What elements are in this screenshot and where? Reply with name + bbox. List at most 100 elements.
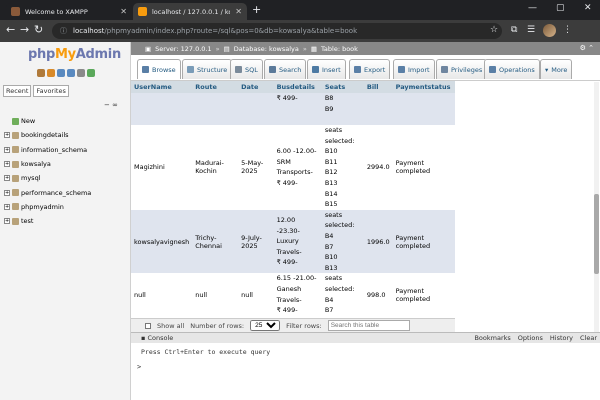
- tree-item-mysql[interactable]: + mysql: [4, 171, 91, 185]
- address-bar[interactable]: ⓘ localhost/phpmyadmin/index.php?route=/…: [52, 23, 502, 39]
- forward-icon[interactable]: →: [20, 24, 29, 36]
- column-header-seats[interactable]: Seats: [321, 81, 364, 93]
- table-row[interactable]: null null null 6.15 -21.00- Ganesh Trave…: [131, 273, 455, 316]
- avatar[interactable]: [543, 24, 556, 37]
- help-icon[interactable]: [67, 69, 75, 77]
- tab-browse[interactable]: Browse: [137, 59, 181, 79]
- tab-insert[interactable]: Insert: [307, 59, 346, 79]
- tree-item-phpmyadmin[interactable]: + phpmyadmin: [4, 200, 91, 214]
- new-tab-icon[interactable]: +: [252, 3, 261, 16]
- column-header-route[interactable]: Route: [192, 81, 239, 93]
- table-row[interactable]: ₹ 499- B8 B9: [131, 93, 455, 125]
- tab-export[interactable]: Export: [349, 59, 391, 79]
- table-row[interactable]: Magizhini Madurai-Kochin 5-May-2025 6.00…: [131, 125, 455, 210]
- console-bookmarks[interactable]: Bookmarks: [474, 334, 510, 342]
- cell-date: null: [238, 273, 274, 316]
- seat-line: B11: [324, 157, 338, 166]
- minimize-icon[interactable]: —: [528, 3, 537, 13]
- tab-recent[interactable]: Recent: [3, 85, 32, 97]
- expand-icon[interactable]: +: [4, 203, 10, 210]
- column-header-username[interactable]: UserName: [131, 81, 193, 93]
- scrollbar-thumb[interactable]: [594, 194, 599, 274]
- breadcrumb-server[interactable]: Server: 127.0.0.1: [155, 45, 211, 53]
- browser-tab-xampp[interactable]: Welcome to XAMPP ✕: [6, 3, 132, 20]
- tab-search[interactable]: Search: [264, 59, 307, 79]
- expand-icon[interactable]: +: [4, 218, 10, 225]
- browser-tab-phpmyadmin[interactable]: localhost / 127.0.0.1 / kowsalya / ✕: [133, 3, 247, 20]
- tree-item-bookingdetails[interactable]: + bookingdetails: [4, 128, 91, 142]
- logo-php: php: [28, 47, 55, 62]
- tree-item-test[interactable]: + test: [4, 214, 91, 228]
- table-menu-tabs: Browse Structure SQL Search Insert Expor…: [131, 55, 600, 81]
- database-icon: ▤: [223, 44, 230, 53]
- cell-status: Payment completed: [392, 273, 455, 316]
- table-navigation-bar: Show all Number of rows: 25 Filter rows:: [131, 318, 455, 332]
- seat-line: B10: [324, 147, 338, 156]
- recent-favorites-tabs: Recent Favorites: [3, 85, 69, 97]
- breadcrumb-database[interactable]: Database: kowsalya: [234, 45, 299, 53]
- console-history[interactable]: History: [550, 334, 573, 342]
- show-all-checkbox[interactable]: [145, 322, 151, 329]
- home-icon[interactable]: [37, 69, 45, 77]
- tab-import[interactable]: Import: [393, 59, 435, 79]
- expand-icon[interactable]: +: [4, 175, 10, 182]
- column-header-bill[interactable]: Bill: [363, 81, 393, 93]
- close-tab-icon[interactable]: ✕: [120, 7, 127, 16]
- settings-icon[interactable]: [77, 69, 85, 77]
- console-header[interactable]: ▪ Console Bookmarks Options History Clea…: [131, 333, 600, 343]
- cell-route: Madurai-Kochin: [192, 125, 239, 210]
- site-info-icon[interactable]: ⓘ: [60, 26, 67, 36]
- tab-favorites[interactable]: Favorites: [33, 85, 69, 97]
- phpmyadmin-favicon-icon: [138, 7, 147, 16]
- page-scrollbar[interactable]: [594, 82, 599, 332]
- results-table: UserName Route Date Busdetails Seats Bil…: [131, 81, 455, 316]
- cell-route: Trichy-Chennai: [192, 209, 239, 274]
- sql-icon: [235, 66, 242, 73]
- docs-icon[interactable]: [57, 69, 65, 77]
- console-input[interactable]: >: [137, 363, 141, 371]
- maximize-icon[interactable]: ▢: [556, 3, 565, 13]
- tab-privileges[interactable]: Privileges: [436, 59, 488, 79]
- settings-gear-icon[interactable]: ⚙ ⌃: [580, 44, 594, 52]
- tab-search-icon[interactable]: ☰: [527, 25, 535, 35]
- seat-line: B7: [324, 242, 334, 251]
- console-clear[interactable]: Clear: [580, 334, 597, 342]
- filter-rows-input[interactable]: [327, 320, 410, 331]
- tab-more[interactable]: ▾ More: [540, 59, 573, 79]
- collapse-all-icon[interactable]: − ∞: [104, 101, 118, 109]
- column-header-paymentstatus[interactable]: Paymentstatus: [392, 81, 455, 93]
- column-header-date[interactable]: Date: [238, 81, 274, 93]
- breadcrumb-table[interactable]: Table: book: [321, 45, 358, 53]
- bookmark-star-icon[interactable]: ☆: [490, 25, 498, 35]
- table-header-row: UserName Route Date Busdetails Seats Bil…: [131, 81, 455, 93]
- tree-item-kowsalya[interactable]: + kowsalya: [4, 157, 91, 171]
- expand-icon[interactable]: +: [4, 161, 10, 168]
- tab-operations[interactable]: Operations: [484, 59, 540, 79]
- logout-icon[interactable]: [47, 69, 55, 77]
- tree-item-performance-schema[interactable]: + performance_schema: [4, 185, 91, 199]
- tab-sql[interactable]: SQL: [230, 59, 263, 79]
- browser-menu-icon[interactable]: ⋮: [563, 25, 572, 35]
- seat-line: B9: [324, 104, 334, 113]
- table-row[interactable]: kowsalyavignesh Trichy-Chennai 9-July-20…: [131, 209, 455, 274]
- phpmyadmin-logo[interactable]: phpMyAdmin: [28, 47, 121, 62]
- reload-nav-icon[interactable]: [87, 69, 95, 77]
- column-header-busdetails[interactable]: Busdetails: [273, 81, 322, 93]
- seat-line: B14: [324, 189, 338, 198]
- tab-structure[interactable]: Structure: [182, 59, 233, 79]
- privileges-icon: [441, 66, 448, 73]
- rows-per-page-select[interactable]: 25: [250, 320, 281, 331]
- close-tab-icon[interactable]: ✕: [235, 7, 242, 16]
- expand-icon[interactable]: +: [4, 189, 10, 196]
- export-icon: [354, 66, 361, 73]
- console-options[interactable]: Options: [518, 334, 543, 342]
- tree-item-information-schema[interactable]: + information_schema: [4, 143, 91, 157]
- expand-icon[interactable]: +: [4, 146, 10, 153]
- extensions-icon[interactable]: ⧉: [511, 25, 517, 35]
- expand-icon[interactable]: +: [4, 132, 10, 139]
- tree-item-new[interactable]: New: [4, 114, 91, 128]
- reload-icon[interactable]: ↻: [34, 24, 43, 36]
- cell-username: null: [131, 273, 193, 316]
- back-icon[interactable]: ←: [6, 24, 15, 36]
- close-window-icon[interactable]: ✕: [584, 3, 592, 13]
